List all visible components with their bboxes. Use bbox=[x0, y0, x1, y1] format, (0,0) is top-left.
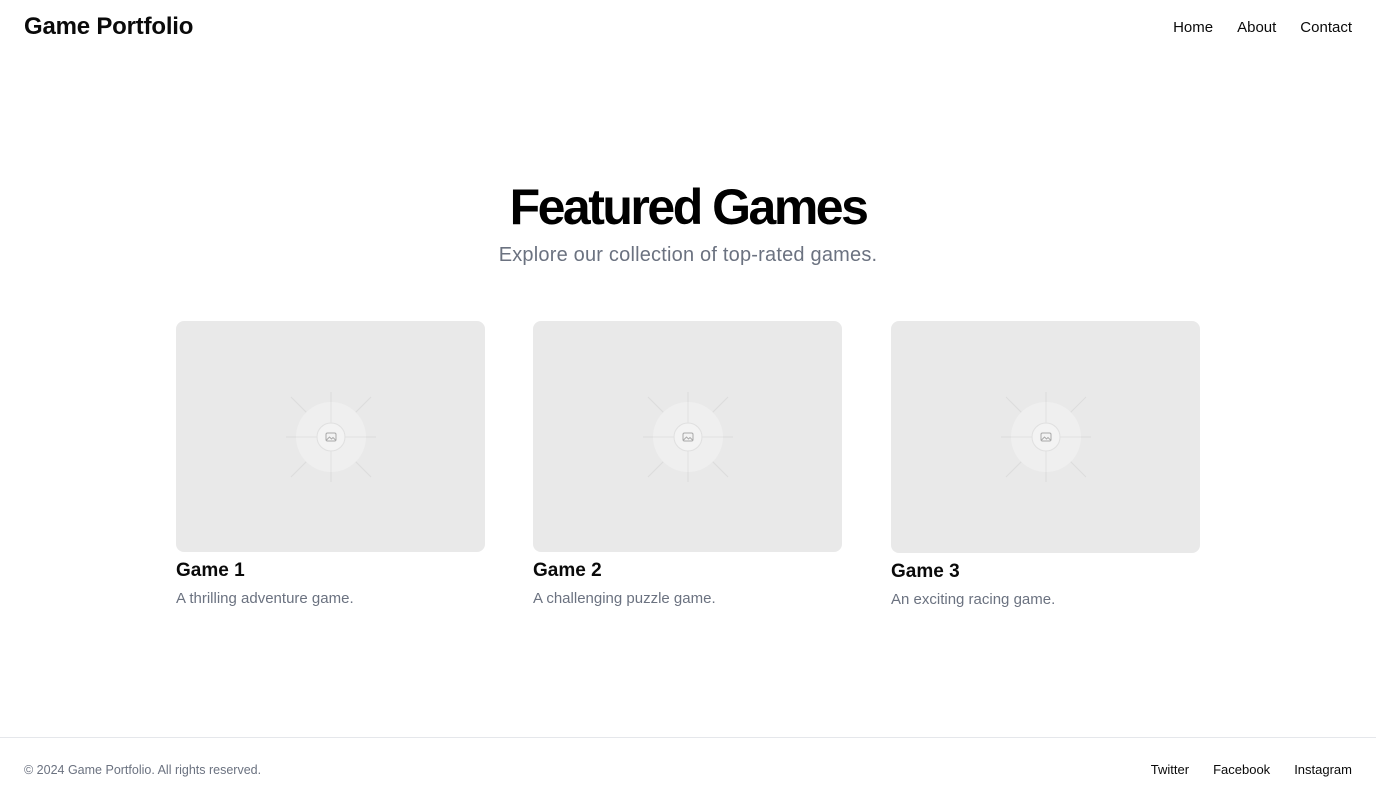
main-nav: Home About Contact bbox=[1173, 19, 1352, 36]
hero-title: Featured Games bbox=[509, 179, 869, 235]
game-title[interactable]: Game 3 bbox=[891, 561, 1200, 583]
social-link-twitter[interactable]: Twitter bbox=[1151, 762, 1189, 777]
game-description: A challenging puzzle game. bbox=[533, 590, 716, 607]
game-description: An exciting racing game. bbox=[891, 591, 1056, 608]
site-header: Game Portfolio Home About Contact bbox=[0, 0, 1376, 56]
site-footer: © 2024 Game Portfolio. All rights reserv… bbox=[0, 737, 1376, 802]
game-card-3[interactable]: Game 3 An exciting racing game. bbox=[891, 321, 1200, 608]
game-card-1[interactable]: Game 1 A thrilling adventure game. bbox=[176, 321, 485, 607]
copyright-text: © 2024 Game Portfolio. All rights reserv… bbox=[24, 763, 262, 777]
social-link-instagram[interactable]: Instagram bbox=[1294, 762, 1352, 777]
nav-link-about[interactable]: About bbox=[1237, 19, 1276, 36]
game-image-placeholder bbox=[533, 321, 842, 552]
image-placeholder-icon bbox=[1000, 392, 1091, 482]
game-card-2[interactable]: Game 2 A challenging puzzle game. bbox=[533, 321, 842, 607]
social-link-facebook[interactable]: Facebook bbox=[1213, 762, 1270, 777]
game-image-placeholder bbox=[891, 321, 1200, 553]
game-description: A thrilling adventure game. bbox=[176, 590, 354, 607]
nav-link-home[interactable]: Home bbox=[1173, 19, 1213, 36]
nav-link-contact[interactable]: Contact bbox=[1300, 19, 1352, 36]
hero-subtitle: Explore our collection of top-rated game… bbox=[498, 244, 878, 266]
site-logo[interactable]: Game Portfolio bbox=[24, 13, 193, 41]
social-links: Twitter Facebook Instagram bbox=[1151, 762, 1352, 777]
image-placeholder-icon bbox=[285, 391, 376, 482]
image-placeholder-icon bbox=[642, 391, 733, 482]
game-image-placeholder bbox=[176, 321, 485, 552]
game-title[interactable]: Game 2 bbox=[533, 560, 842, 582]
game-title[interactable]: Game 1 bbox=[176, 560, 485, 582]
